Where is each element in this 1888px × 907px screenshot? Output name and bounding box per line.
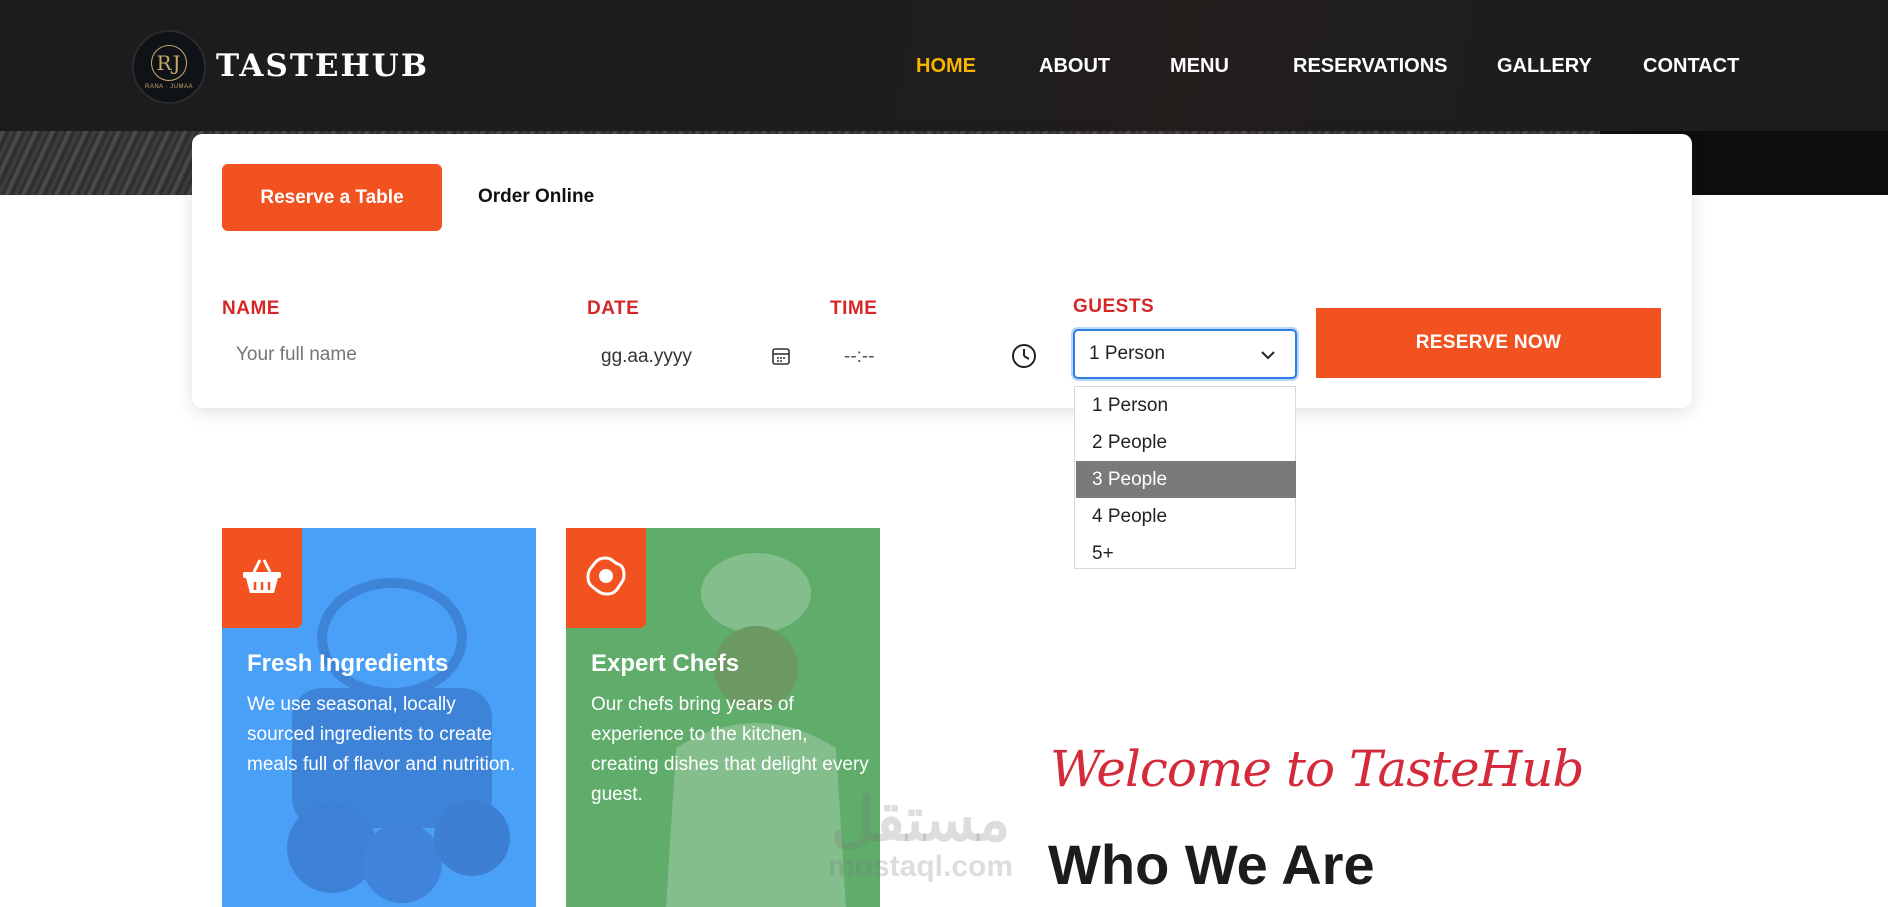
- nav-gallery[interactable]: GALLERY: [1497, 55, 1592, 78]
- feature-icon-box: [566, 528, 646, 628]
- feature-title: Fresh Ingredients: [247, 650, 449, 677]
- brand-name[interactable]: TASTEHUB: [216, 48, 429, 84]
- clock-icon[interactable]: [1010, 342, 1038, 375]
- welcome-heading: Welcome to TasteHub: [1050, 740, 1584, 798]
- guests-select[interactable]: 1 Person: [1073, 329, 1297, 379]
- guests-selected-value: 1 Person: [1089, 343, 1166, 364]
- watermark: مستقل mostaql.com: [828, 790, 1013, 884]
- nav-contact[interactable]: CONTACT: [1643, 55, 1739, 78]
- logo[interactable]: RJ RANA · JUMAA: [132, 30, 206, 104]
- guests-option[interactable]: 5+: [1076, 535, 1296, 572]
- guests-option-highlighted[interactable]: 3 People: [1076, 461, 1296, 498]
- name-label: NAME: [222, 298, 280, 319]
- feature-title: Expert Chefs: [591, 650, 740, 677]
- name-input[interactable]: [236, 344, 536, 366]
- nav-about[interactable]: ABOUT: [1039, 55, 1110, 78]
- calendar-icon[interactable]: [771, 346, 791, 371]
- tab-reserve-table[interactable]: Reserve a Table: [222, 164, 442, 231]
- nav-home[interactable]: HOME: [916, 55, 976, 78]
- chevron-down-icon: [1259, 346, 1277, 370]
- time-label: TIME: [830, 298, 878, 319]
- reservation-card: Reserve a Table Order Online NAME DATE g…: [192, 134, 1692, 408]
- guests-label: GUESTS: [1073, 296, 1155, 317]
- guests-dropdown: 1 Person 2 People 3 People 4 People 5+: [1074, 386, 1296, 569]
- logo-monogram: RJ: [151, 44, 187, 81]
- date-input[interactable]: gg.aa.yyyy: [601, 346, 692, 368]
- feature-card-ingredients: Fresh Ingredients We use seasonal, local…: [222, 528, 536, 907]
- tab-order-online[interactable]: Order Online: [478, 186, 594, 208]
- feature-icon-box: [222, 528, 302, 628]
- reserve-now-button[interactable]: RESERVE NOW: [1316, 308, 1661, 378]
- guests-option[interactable]: 4 People: [1076, 498, 1296, 535]
- section-title: Who We Are: [1048, 833, 1375, 896]
- feature-description: We use seasonal, locally sourced ingredi…: [247, 694, 516, 775]
- logo-subtext: RANA · JUMAA: [144, 83, 193, 90]
- basket-icon: [241, 556, 283, 601]
- date-label: DATE: [587, 298, 640, 319]
- nav-bar: RJ RANA · JUMAA TASTEHUB HOME ABOUT MENU…: [0, 0, 1888, 131]
- nav-reservations[interactable]: RESERVATIONS: [1293, 55, 1447, 78]
- guests-option[interactable]: 1 Person: [1076, 387, 1296, 424]
- watermark-arabic: مستقل: [830, 786, 1011, 853]
- nav-menu[interactable]: MENU: [1170, 55, 1229, 78]
- time-input[interactable]: --:--: [844, 346, 875, 368]
- watermark-latin: mostaql.com: [828, 850, 1014, 883]
- flower-icon: [584, 554, 628, 603]
- guests-option[interactable]: 2 People: [1076, 424, 1296, 461]
